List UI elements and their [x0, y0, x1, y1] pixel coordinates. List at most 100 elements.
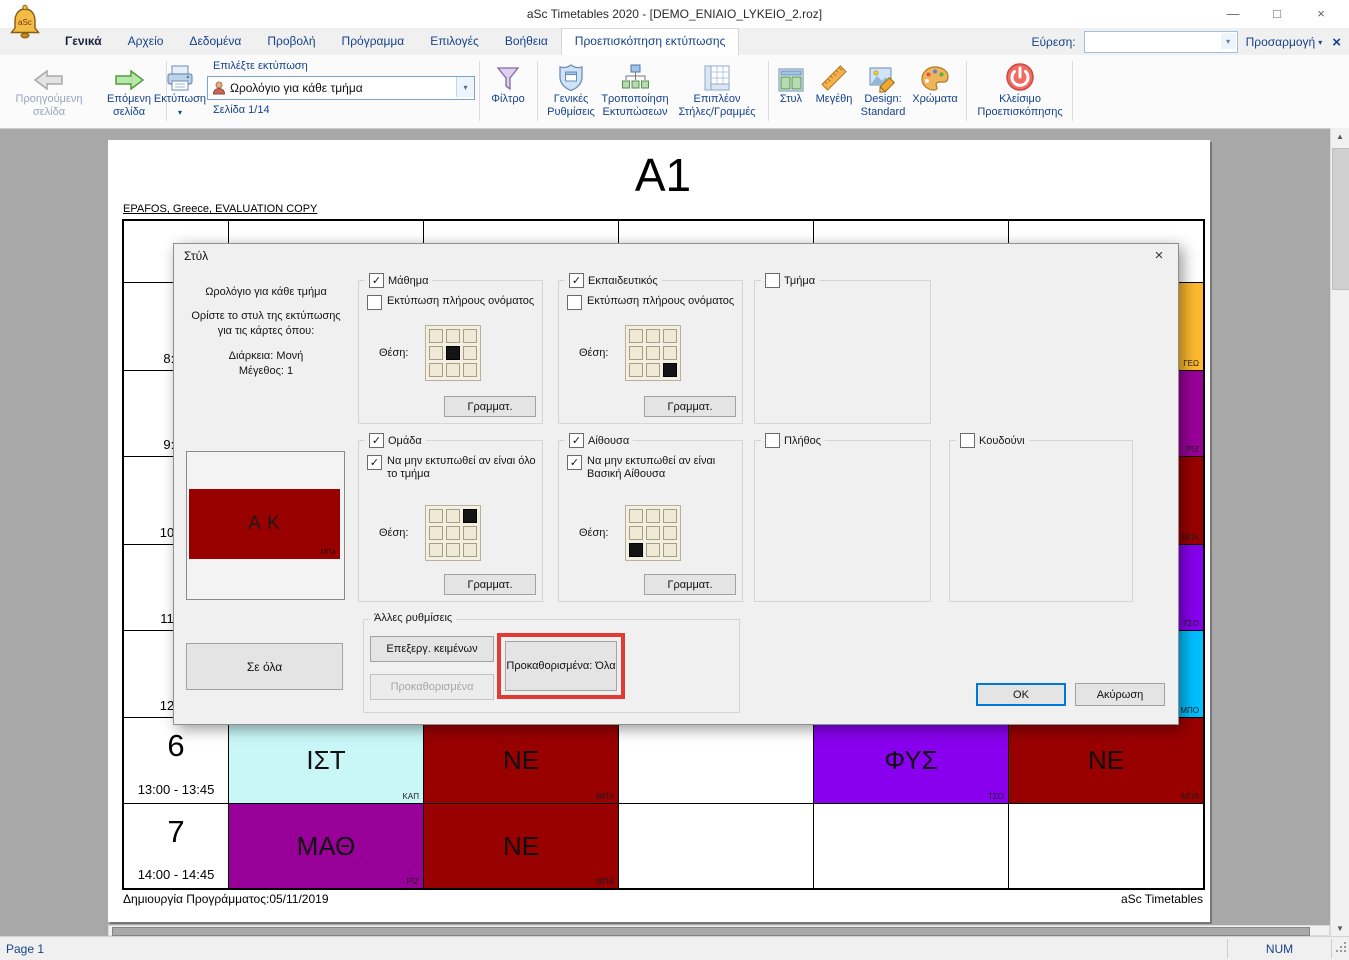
ribbon-close-icon[interactable]: ×	[1332, 34, 1341, 51]
print-button[interactable]: Εκτύπωση ▾	[148, 59, 212, 106]
position-cell[interactable]	[646, 363, 660, 377]
position-cell[interactable]	[446, 543, 460, 557]
filter-button[interactable]: Φίλτρο	[482, 59, 534, 106]
lesson-checkbox[interactable]	[369, 273, 384, 288]
position-cell[interactable]	[629, 509, 643, 523]
menu-tab-1[interactable]: Γενικά	[52, 28, 115, 55]
bell-checkbox[interactable]	[960, 433, 975, 448]
menu-tab-5[interactable]: Πρόγραμμα	[329, 28, 418, 55]
position-cell[interactable]	[446, 346, 460, 360]
modify-printouts-button[interactable]: Τροποποίηση Εκτυπώσεων	[590, 59, 680, 119]
position-cell[interactable]	[463, 329, 477, 343]
position-cell[interactable]	[429, 363, 443, 377]
close-preview-button[interactable]: Κλείσιμο Προεπισκόπησης	[972, 59, 1068, 119]
menu-tab-3[interactable]: Δεδομένα	[176, 28, 254, 55]
position-cell[interactable]	[463, 543, 477, 557]
vertical-scrollbar[interactable]: ▲ ▼	[1330, 128, 1349, 936]
position-cell[interactable]	[629, 363, 643, 377]
colors-button[interactable]: Χρώματα	[908, 59, 962, 106]
maximize-button[interactable]: □	[1255, 2, 1299, 24]
position-cell[interactable]	[446, 363, 460, 377]
style-button[interactable]: Στυλ	[772, 59, 810, 106]
room-option-checkbox[interactable]	[567, 455, 582, 470]
customize-button[interactable]: Προσαρμογή ▾	[1246, 35, 1323, 49]
resize-grip[interactable]	[1334, 940, 1348, 957]
group-bell: Κουδούνι	[949, 440, 1133, 602]
chevron-down-icon[interactable]: ▾	[148, 106, 212, 119]
position-cell[interactable]	[429, 509, 443, 523]
position-cell[interactable]	[646, 329, 660, 343]
apply-to-all-button[interactable]: Σε όλα	[186, 643, 343, 690]
chevron-down-icon[interactable]: ▾	[456, 77, 474, 97]
previous-page-button[interactable]: Προηγούμενη σελίδα	[2, 59, 96, 119]
card-subject-label: ΝΕ	[503, 745, 539, 776]
print-type-select[interactable]: Ωρολόγιο για κάθε τμήμα ▾	[207, 76, 475, 100]
edit-texts-button[interactable]: Επεξεργ. κειμένων	[370, 636, 494, 662]
group-teacher: ΕκπαιδευτικόςΕκτύπωση πλήρους ονόματοςΘέ…	[558, 280, 743, 424]
horizontal-scrollbar[interactable]	[108, 925, 1330, 936]
position-cell[interactable]	[463, 363, 477, 377]
defaults-all-button[interactable]: Προκαθορισμένα: Όλα	[505, 641, 617, 691]
position-cell[interactable]	[646, 526, 660, 540]
count-checkbox[interactable]	[765, 433, 780, 448]
position-cell[interactable]	[429, 329, 443, 343]
find-combobox[interactable]: ▾	[1084, 31, 1238, 53]
position-cell[interactable]	[663, 526, 677, 540]
ok-button[interactable]: OK	[976, 683, 1066, 706]
position-cell[interactable]	[463, 509, 477, 523]
position-cell[interactable]	[663, 329, 677, 343]
position-cell[interactable]	[629, 526, 643, 540]
lesson-option-checkbox[interactable]	[367, 295, 382, 310]
position-cell[interactable]	[629, 346, 643, 360]
scroll-up-icon[interactable]: ▲	[1331, 128, 1349, 144]
extra-columns-rows-button[interactable]: Επιπλέον Στήλες/Γραμμές	[668, 59, 766, 119]
evaluation-watermark: EPAFOS, Greece, EVALUATION COPY	[123, 203, 317, 215]
position-cell[interactable]	[629, 329, 643, 343]
find-input[interactable]	[1087, 33, 1221, 51]
teacher-option-row: Εκτύπωση πλήρους ονόματος	[567, 295, 745, 310]
position-cell[interactable]	[446, 509, 460, 523]
position-cell[interactable]	[429, 526, 443, 540]
teacher-checkbox[interactable]	[569, 273, 584, 288]
minimize-button[interactable]: —	[1211, 2, 1255, 24]
close-button[interactable]: ×	[1299, 2, 1343, 24]
dialog-close-icon[interactable]: ×	[1146, 246, 1172, 265]
position-cell[interactable]	[463, 526, 477, 540]
horizontal-scroll-thumb[interactable]	[112, 927, 1310, 936]
position-cell[interactable]	[629, 543, 643, 557]
position-cell[interactable]	[646, 543, 660, 557]
menu-tab-7[interactable]: Βοήθεια	[492, 28, 561, 55]
menu-tab-2[interactable]: Αρχείο	[115, 28, 177, 55]
menu-tab-8[interactable]: Προεπισκόπηση εκτύπωσης	[561, 28, 740, 55]
group-checkbox[interactable]	[369, 433, 384, 448]
position-cell[interactable]	[663, 509, 677, 523]
room-option-row: Να μην εκτυπωθεί αν είναι Βασική Αίθουσα	[567, 455, 745, 481]
sizes-button[interactable]: Μεγέθη	[810, 59, 858, 106]
position-cell[interactable]	[446, 329, 460, 343]
room-font-button[interactable]: Γραμματ.	[644, 574, 736, 595]
group-option-checkbox[interactable]	[367, 455, 382, 470]
position-cell[interactable]	[646, 509, 660, 523]
design-button[interactable]: Design: Standard	[856, 59, 910, 119]
position-cell[interactable]	[429, 346, 443, 360]
class-checkbox[interactable]	[765, 273, 780, 288]
dialog-title-bar[interactable]: Στύλ ×	[174, 244, 1178, 268]
position-cell[interactable]	[663, 346, 677, 360]
teacher-option-checkbox[interactable]	[567, 295, 582, 310]
group-font-button[interactable]: Γραμματ.	[444, 574, 536, 595]
room-checkbox[interactable]	[569, 433, 584, 448]
menu-tab-6[interactable]: Επιλογές	[417, 28, 492, 55]
scroll-down-icon[interactable]: ▼	[1331, 920, 1349, 936]
position-cell[interactable]	[429, 543, 443, 557]
position-cell[interactable]	[463, 346, 477, 360]
position-cell[interactable]	[663, 543, 677, 557]
cancel-button[interactable]: Ακύρωση	[1075, 683, 1165, 706]
position-cell[interactable]	[446, 526, 460, 540]
chevron-down-icon[interactable]: ▾	[1221, 33, 1236, 49]
position-cell[interactable]	[663, 363, 677, 377]
teacher-font-button[interactable]: Γραμματ.	[644, 396, 736, 417]
menu-tab-4[interactable]: Προβολή	[254, 28, 328, 55]
lesson-font-button[interactable]: Γραμματ.	[444, 396, 536, 417]
position-cell[interactable]	[646, 346, 660, 360]
vertical-scroll-thumb[interactable]	[1332, 148, 1349, 290]
